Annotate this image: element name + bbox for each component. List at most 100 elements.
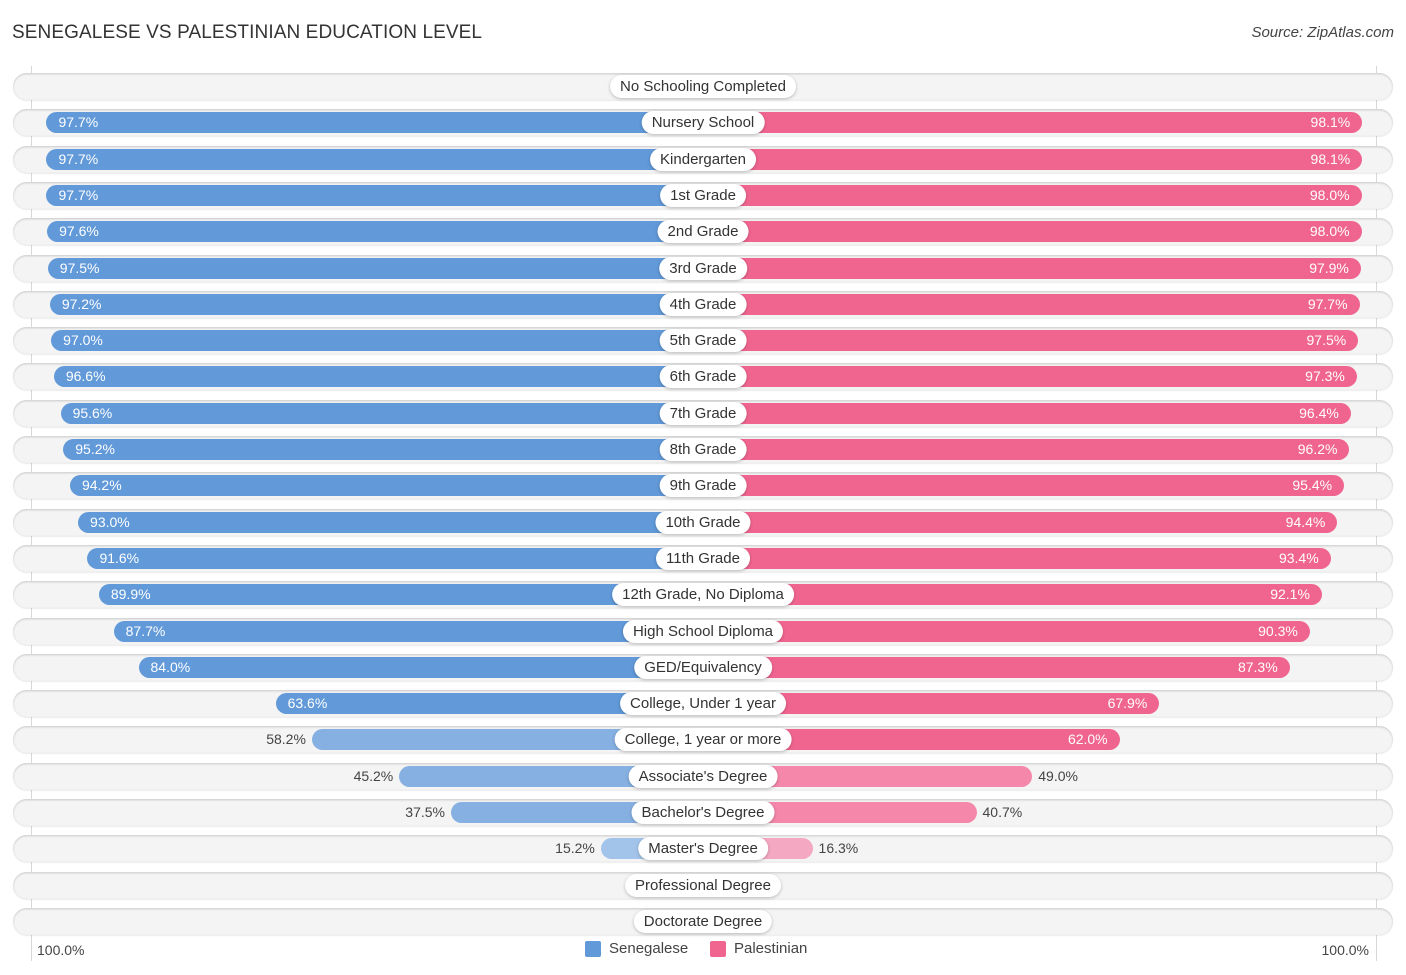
value-label-senegalese: 97.7% <box>58 151 99 167</box>
value-label-senegalese: 37.5% <box>405 804 445 820</box>
bar-senegalese[interactable] <box>78 512 703 533</box>
bar-palestinian[interactable] <box>703 112 1363 133</box>
value-label-senegalese: 97.0% <box>63 332 103 348</box>
category-label: 3rd Grade <box>659 257 747 280</box>
bar-senegalese[interactable] <box>47 221 703 242</box>
value-label-palestinian: 92.1% <box>1270 586 1310 602</box>
bar-palestinian[interactable] <box>703 657 1290 678</box>
category-label: 12th Grade, No Diploma <box>612 583 794 606</box>
category-label: 6th Grade <box>659 365 747 388</box>
category-label: College, 1 year or more <box>614 728 792 751</box>
value-label-palestinian: 16.3% <box>818 840 859 856</box>
category-label: College, Under 1 year <box>620 692 786 715</box>
bar-senegalese[interactable] <box>69 475 703 496</box>
category-label: Kindergarten <box>650 148 756 171</box>
bar-palestinian[interactable] <box>703 475 1345 496</box>
value-label-senegalese: 91.6% <box>99 550 140 566</box>
value-label-senegalese: 97.6% <box>59 223 99 239</box>
bar-senegalese[interactable] <box>46 112 703 133</box>
value-label-palestinian: 98.1% <box>1310 151 1351 167</box>
bar-palestinian[interactable] <box>703 512 1338 533</box>
value-label-senegalese: 96.6% <box>65 368 106 384</box>
bar-palestinian[interactable] <box>703 149 1363 170</box>
legend-swatch-senegalese <box>585 940 601 957</box>
value-label-palestinian: 93.4% <box>1278 550 1319 566</box>
bar-palestinian[interactable] <box>703 403 1351 424</box>
value-label-senegalese: 84.0% <box>150 659 191 675</box>
category-label: Master's Degree <box>638 837 768 860</box>
bar-palestinian[interactable] <box>703 584 1322 605</box>
category-label: 7th Grade <box>659 402 747 425</box>
bar-senegalese[interactable] <box>49 294 703 315</box>
category-label: No Schooling Completed <box>610 75 796 98</box>
bar-senegalese[interactable] <box>46 185 703 206</box>
value-label-palestinian: 98.0% <box>1309 223 1350 239</box>
category-label: Nursery School <box>641 111 765 134</box>
category-label: 10th Grade <box>655 511 751 534</box>
value-label-palestinian: 95.4% <box>1292 477 1333 493</box>
legend-label-senegalese: Senegalese <box>609 940 689 957</box>
value-label-palestinian: 87.3% <box>1237 659 1278 675</box>
bar-senegalese[interactable] <box>113 621 703 642</box>
category-label: 8th Grade <box>659 438 747 461</box>
value-label-senegalese: 87.7% <box>125 623 166 639</box>
bar-palestinian[interactable] <box>703 548 1331 569</box>
legend-item-palestinian[interactable]: Palestinian <box>710 940 807 957</box>
bar-senegalese[interactable] <box>87 548 703 569</box>
value-label-senegalese: 97.7% <box>58 187 99 203</box>
value-label-palestinian: 90.3% <box>1258 623 1298 639</box>
bar-palestinian[interactable] <box>703 185 1362 206</box>
value-label-senegalese: 94.2% <box>81 477 122 493</box>
value-label-senegalese: 95.2% <box>75 441 115 457</box>
value-label-palestinian: 97.9% <box>1309 260 1349 276</box>
bar-palestinian[interactable] <box>703 439 1350 460</box>
bar-palestinian[interactable] <box>703 330 1359 351</box>
value-label-palestinian: 97.7% <box>1307 296 1348 312</box>
bar-palestinian[interactable] <box>703 258 1361 279</box>
legend: Senegalese Palestinian <box>0 940 1406 960</box>
bar-senegalese[interactable] <box>63 439 703 460</box>
value-label-senegalese: 45.2% <box>353 768 394 784</box>
bar-senegalese[interactable] <box>60 403 703 424</box>
bar-senegalese[interactable] <box>138 657 703 678</box>
value-label-senegalese: 97.2% <box>61 296 102 312</box>
value-label-palestinian: 94.4% <box>1285 514 1326 530</box>
bar-senegalese[interactable] <box>47 258 703 279</box>
category-label: Doctorate Degree <box>633 910 773 933</box>
legend-label-palestinian: Palestinian <box>734 940 808 957</box>
value-label-senegalese: 89.9% <box>110 586 151 602</box>
value-label-palestinian: 98.0% <box>1309 187 1350 203</box>
category-label: Associate's Degree <box>628 765 778 788</box>
value-label-senegalese: 95.6% <box>72 405 113 421</box>
bar-palestinian[interactable] <box>703 294 1360 315</box>
value-label-palestinian: 97.5% <box>1306 332 1347 348</box>
bar-senegalese[interactable] <box>51 330 703 351</box>
category-label: 4th Grade <box>659 293 747 316</box>
value-label-senegalese: 63.6% <box>287 695 328 711</box>
category-label: 1st Grade <box>660 184 746 207</box>
bar-senegalese[interactable] <box>46 149 703 170</box>
legend-swatch-palestinian <box>710 940 726 957</box>
bar-palestinian[interactable] <box>703 621 1310 642</box>
value-label-palestinian: 96.2% <box>1297 441 1338 457</box>
category-label: GED/Equivalency <box>634 656 772 679</box>
legend-item-senegalese[interactable]: Senegalese <box>585 940 688 957</box>
category-label: High School Diploma <box>622 620 784 643</box>
value-label-senegalese: 97.7% <box>58 114 99 130</box>
chart-rows: 2.3%1.9%No Schooling Completed97.7%98.1%… <box>0 0 1406 975</box>
category-label: 9th Grade <box>659 474 747 497</box>
bar-senegalese[interactable] <box>53 366 703 387</box>
category-label: Bachelor's Degree <box>631 801 775 824</box>
category-label: 2nd Grade <box>657 220 749 243</box>
bar-palestinian[interactable] <box>703 221 1362 242</box>
category-label: 5th Grade <box>659 329 747 352</box>
value-label-senegalese: 97.5% <box>59 260 100 276</box>
value-label-senegalese: 15.2% <box>555 840 595 856</box>
value-label-palestinian: 97.3% <box>1305 368 1345 384</box>
value-label-palestinian: 96.4% <box>1299 405 1339 421</box>
category-label: 11th Grade <box>656 547 750 570</box>
value-label-palestinian: 62.0% <box>1067 731 1108 747</box>
value-label-palestinian: 49.0% <box>1038 768 1078 784</box>
bar-palestinian[interactable] <box>703 366 1357 387</box>
category-label: Professional Degree <box>625 874 781 897</box>
